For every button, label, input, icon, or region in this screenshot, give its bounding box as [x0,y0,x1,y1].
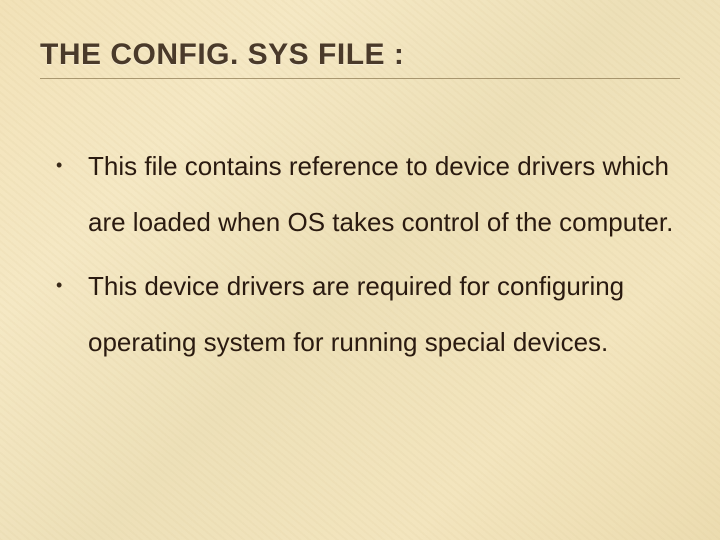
slide-title: THE CONFIG. SYS FILE : [40,38,680,79]
bullet-list: This file contains reference to device d… [50,139,680,371]
slide-content: This file contains reference to device d… [40,139,680,371]
list-item: This device drivers are required for con… [50,259,680,371]
list-item: This file contains reference to device d… [50,139,680,251]
slide: THE CONFIG. SYS FILE : This file contain… [0,0,720,540]
